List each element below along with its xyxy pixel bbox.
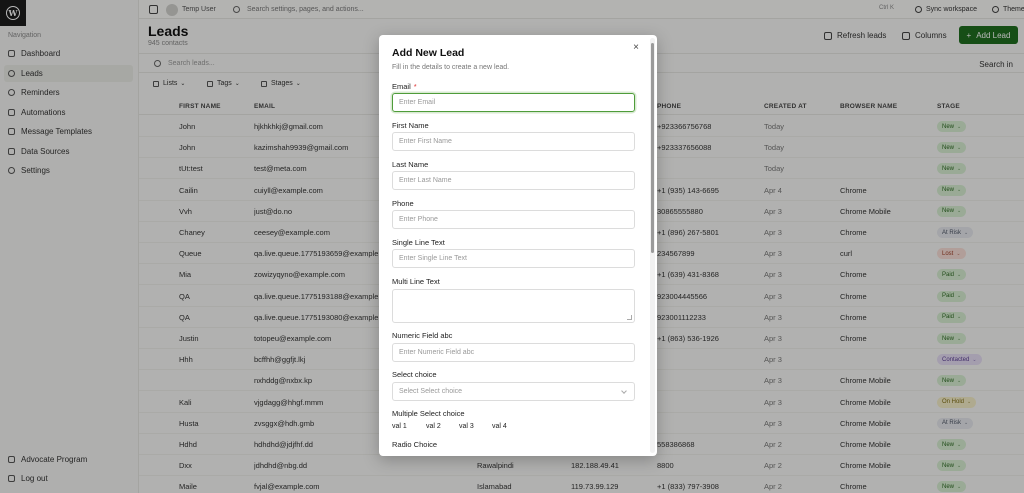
single-line-text-placeholder: Enter Single Line Text: [399, 255, 467, 262]
first-name-placeholder: Enter First Name: [399, 138, 452, 145]
radio-choice-label: Radio Choice: [392, 440, 438, 449]
multi-select-option[interactable]: val 3: [455, 422, 478, 431]
email-label: Email *: [392, 82, 417, 91]
add-lead-dialog: Add New Lead Fill in the details to crea…: [379, 35, 657, 456]
single-line-text-label: Single Line Text: [392, 238, 445, 247]
numeric-field-label: Numeric Field abc: [392, 331, 453, 340]
dialog-subtitle: Fill in the details to create a new lead…: [392, 64, 510, 71]
select-choice-label: Select choice: [392, 370, 437, 379]
multiple-select-choice-label: Multiple Select choice: [392, 409, 465, 418]
numeric-field-placeholder: Enter Numeric Field abc: [399, 349, 475, 356]
single-line-text-field[interactable]: Enter Single Line Text: [392, 249, 635, 268]
close-icon[interactable]: ×: [631, 43, 641, 53]
phone-field[interactable]: Enter Phone: [392, 210, 635, 229]
numeric-field[interactable]: Enter Numeric Field abc: [392, 343, 635, 362]
last-name-label: Last Name: [392, 160, 429, 169]
multi-line-text-field[interactable]: [392, 289, 635, 323]
email-field[interactable]: Enter Email: [392, 93, 635, 112]
phone-label: Phone: [392, 199, 414, 208]
last-name-placeholder: Enter Last Name: [399, 177, 452, 184]
first-name-field[interactable]: Enter First Name: [392, 132, 635, 151]
select-choice-dropdown[interactable]: Select Select choice: [392, 382, 635, 401]
dialog-scrollbar[interactable]: [651, 43, 654, 253]
multi-line-text-label: Multi Line Text: [392, 277, 440, 286]
resize-handle-icon[interactable]: [627, 315, 632, 320]
email-label-text: Email: [392, 82, 411, 91]
chevron-down-icon: [621, 388, 627, 394]
first-name-label: First Name: [392, 121, 429, 130]
dialog-title: Add New Lead: [392, 47, 465, 59]
multi-select-option[interactable]: val 1: [388, 422, 411, 431]
email-placeholder: Enter Email: [399, 99, 436, 106]
select-choice-placeholder: Select Select choice: [399, 388, 463, 395]
last-name-field[interactable]: Enter Last Name: [392, 171, 635, 190]
multi-select-option[interactable]: val 2: [422, 422, 445, 431]
required-marker: *: [413, 82, 417, 91]
phone-placeholder: Enter Phone: [399, 216, 438, 223]
multi-select-option[interactable]: val 4: [488, 422, 511, 431]
